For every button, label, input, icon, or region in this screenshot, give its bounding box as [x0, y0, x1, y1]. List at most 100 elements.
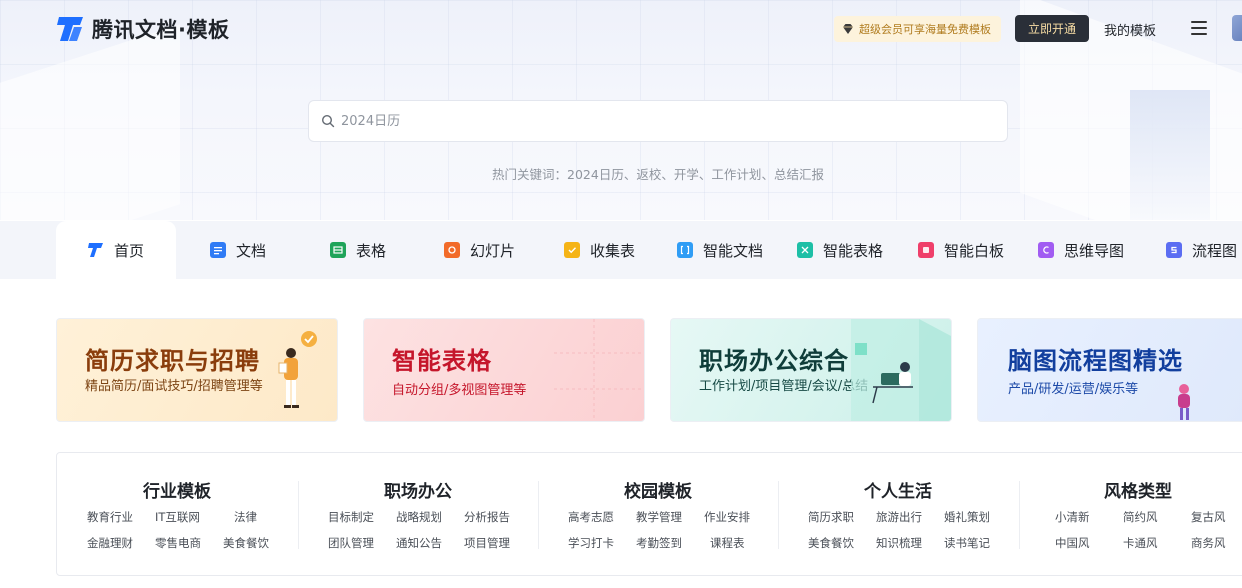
banner-subtitle: 产品/研发/运营/娱乐等	[1008, 382, 1139, 397]
smart-sheet-icon	[797, 242, 813, 258]
whiteboard-icon	[918, 242, 934, 258]
mindmap-icon	[1038, 242, 1054, 258]
category-item[interactable]: 项目管理	[464, 535, 510, 551]
category-title[interactable]: 行业模板	[57, 477, 297, 502]
slide-icon	[444, 242, 460, 258]
hot-keyword-separator: 、	[698, 167, 712, 182]
category-style: 风格类型 小清新 简约风 复古风 中国风 卡通风 商务风	[1019, 453, 1242, 577]
tencent-docs-logo-icon	[57, 17, 83, 41]
tab-smart-sheet[interactable]: 智能表格	[797, 221, 883, 279]
hot-keyword[interactable]: 工作计划	[711, 167, 761, 182]
doc-icon	[210, 242, 226, 258]
banner-subtitle: 精品简历/面试技巧/招聘管理等	[85, 379, 263, 394]
category-office: 职场办公 目标制定 战略规划 分析报告 团队管理 通知公告 项目管理	[298, 453, 538, 577]
category-item[interactable]: 战略规划	[396, 509, 442, 525]
category-item[interactable]: 简约风	[1123, 509, 1158, 525]
top-bar: 腾讯文档·模板 超级会员可享海量免费模板 立即开通 我的模板	[0, 0, 1242, 58]
category-item[interactable]: 旅游出行	[876, 509, 922, 525]
category-item[interactable]: 分析报告	[464, 509, 510, 525]
avatar[interactable]	[1232, 15, 1242, 41]
tab-label: 首页	[114, 241, 145, 260]
sheet-icon	[330, 242, 346, 258]
category-item[interactable]: 美食餐饮	[223, 535, 269, 551]
category-item[interactable]: 小清新	[1055, 509, 1090, 525]
form-icon	[564, 242, 580, 258]
category-tabs: 首页 文档 表格 幻灯片 收集表 智能文档 智能表格 智能白板 思维导图 流程图	[0, 221, 1242, 279]
banner-title: 智能表格	[392, 347, 492, 375]
category-item[interactable]: 高考志愿	[568, 509, 614, 525]
tab-smart-doc[interactable]: 智能文档	[677, 221, 763, 279]
category-item[interactable]: 教学管理	[636, 509, 682, 525]
banner-smart-sheet[interactable]: 智能表格 自动分组/多视图管理等	[363, 318, 645, 422]
category-item[interactable]: 商务风	[1191, 535, 1226, 551]
site-logo[interactable]: 腾讯文档·模板	[56, 14, 229, 44]
category-item[interactable]: 考勤签到	[636, 535, 682, 551]
category-item[interactable]: 课程表	[710, 535, 745, 551]
tab-label: 智能文档	[703, 241, 764, 260]
category-item[interactable]: 复古风	[1191, 509, 1226, 525]
category-item[interactable]: 卡通风	[1123, 535, 1158, 551]
smart-doc-icon	[677, 242, 693, 258]
banner-resume-recruiting[interactable]: 简历求职与招聘 精品简历/面试技巧/招聘管理等	[56, 318, 338, 422]
tab-home[interactable]: 首页	[56, 221, 176, 279]
category-item[interactable]: 中国风	[1055, 535, 1090, 551]
banner-title: 脑图流程图精选	[1008, 347, 1183, 375]
search-input[interactable]	[341, 113, 981, 129]
category-item[interactable]: 简历求职	[808, 509, 854, 525]
category-title[interactable]: 职场办公	[298, 477, 538, 502]
category-item[interactable]: 知识梳理	[876, 535, 922, 551]
hot-keyword[interactable]: 2024日历	[567, 167, 624, 182]
presenter-illustration-icon	[1178, 384, 1190, 420]
category-item[interactable]: 零售电商	[155, 535, 201, 551]
tab-label: 智能表格	[823, 241, 884, 260]
category-personal-life: 个人生活 简历求职 旅游出行 婚礼策划 美食餐饮 知识梳理 读书笔记	[778, 453, 1018, 577]
search-icon	[321, 114, 335, 128]
my-templates-link[interactable]: 我的模板	[1104, 20, 1156, 39]
category-item[interactable]: 法律	[234, 509, 257, 525]
flowchart-icon	[1166, 242, 1182, 258]
tab-label: 思维导图	[1064, 241, 1125, 260]
tab-whiteboard[interactable]: 智能白板	[918, 221, 1004, 279]
category-title[interactable]: 风格类型	[1019, 477, 1242, 502]
category-item[interactable]: 学习打卡	[568, 535, 614, 551]
tab-label: 流程图	[1192, 241, 1238, 260]
category-title[interactable]: 校园模板	[538, 477, 778, 502]
sheet-pattern-decoration-icon	[554, 319, 644, 421]
category-item[interactable]: 婚礼策划	[944, 509, 990, 525]
category-item[interactable]: 教育行业	[87, 509, 133, 525]
tab-sheet[interactable]: 表格	[330, 221, 386, 279]
category-item[interactable]: 读书笔记	[944, 535, 990, 551]
category-item[interactable]: 金融理财	[87, 535, 133, 551]
tab-label: 收集表	[590, 241, 636, 260]
category-item[interactable]: 美食餐饮	[808, 535, 854, 551]
tab-label: 智能白板	[944, 241, 1005, 260]
hot-keyword[interactable]: 返校	[636, 167, 661, 182]
category-title[interactable]: 个人生活	[778, 477, 1018, 502]
hamburger-menu-icon[interactable]	[1191, 21, 1207, 35]
tab-doc[interactable]: 文档	[210, 221, 266, 279]
vip-promo-banner[interactable]: 超级会员可享海量免费模板	[834, 16, 1001, 42]
category-campus: 校园模板 高考志愿 教学管理 作业安排 学习打卡 考勤签到 课程表	[538, 453, 778, 577]
category-item[interactable]: 目标制定	[328, 509, 374, 525]
hot-keyword[interactable]: 开学	[674, 167, 699, 182]
banner-title: 职场办公综合	[699, 347, 849, 375]
category-item[interactable]: 作业安排	[704, 509, 750, 525]
search-box[interactable]	[308, 100, 1008, 142]
tab-flowchart[interactable]: 流程图	[1166, 221, 1237, 279]
banner-office-work[interactable]: 职场办公综合 工作计划/项目管理/会议/总结	[670, 318, 952, 422]
open-vip-button[interactable]: 立即开通	[1015, 15, 1089, 42]
tab-slide[interactable]: 幻灯片	[444, 221, 515, 279]
diamond-icon	[843, 24, 853, 34]
tab-mindmap[interactable]: 思维导图	[1038, 221, 1124, 279]
tab-label: 文档	[236, 241, 267, 260]
hot-keyword[interactable]: 总结汇报	[774, 167, 824, 182]
promo-text: 超级会员可享海量免费模板	[859, 23, 991, 36]
category-industry: 行业模板 教育行业 IT互联网 法律 金融理财 零售电商 美食餐饮	[57, 453, 297, 577]
category-item[interactable]: 通知公告	[396, 535, 442, 551]
category-item[interactable]: 团队管理	[328, 535, 374, 551]
banner-mindmap-flowchart[interactable]: 脑图流程图精选 产品/研发/运营/娱乐等	[977, 318, 1242, 422]
hot-keyword-separator: 、	[761, 167, 774, 182]
tab-label: 幻灯片	[470, 241, 516, 260]
tab-form[interactable]: 收集表	[564, 221, 635, 279]
category-item[interactable]: IT互联网	[155, 509, 200, 525]
